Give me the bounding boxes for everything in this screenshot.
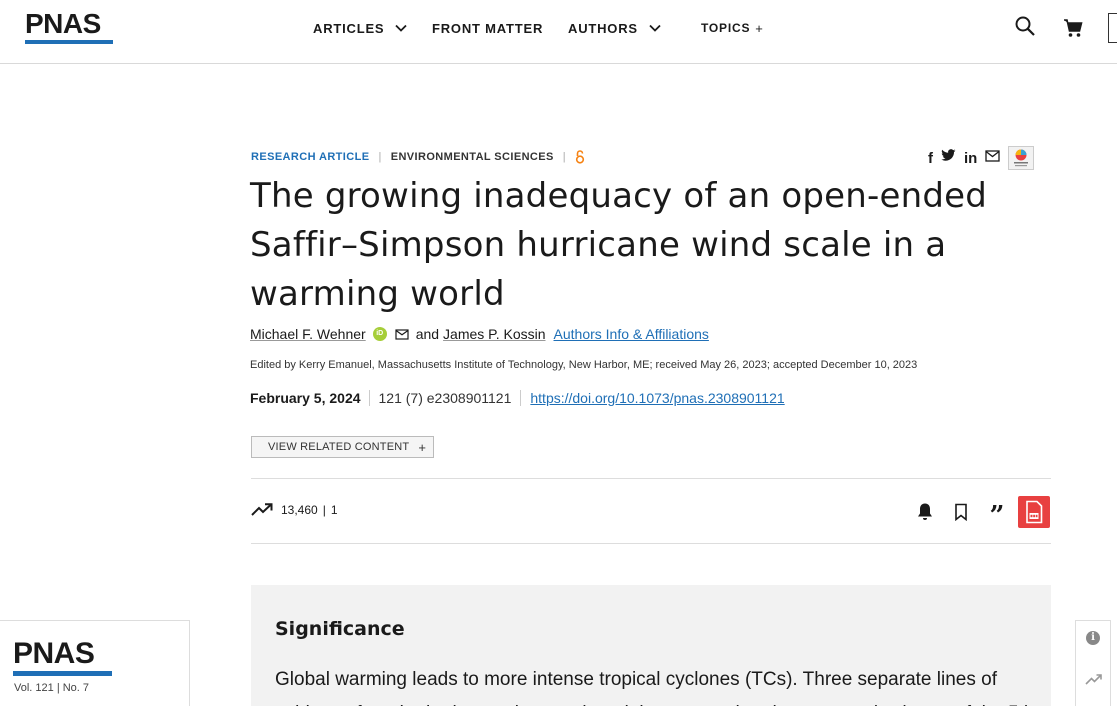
- logo-underline: [13, 671, 112, 676]
- logo-underline: [25, 40, 113, 44]
- article-meta: RESEARCH ARTICLE | ENVIRONMENTAL SCIENCE…: [251, 150, 585, 164]
- plus-icon: +: [755, 20, 764, 36]
- divider: [251, 543, 1051, 544]
- share-bar: f in: [928, 146, 1042, 170]
- author-link[interactable]: Michael F. Wehner: [250, 326, 366, 342]
- author-link[interactable]: James P. Kossin: [443, 326, 545, 342]
- nav-front-matter-label: FRONT MATTER: [432, 20, 544, 36]
- nav-topics[interactable]: TOPICS +: [701, 21, 764, 36]
- chevron-down-icon: [649, 24, 661, 32]
- email-share-icon[interactable]: [985, 149, 1000, 167]
- related-button-label: VIEW RELATED CONTENT: [268, 441, 410, 453]
- article-metrics[interactable]: 13,460 | 1: [251, 503, 338, 517]
- search-icon[interactable]: [1014, 15, 1036, 37]
- views-count: 13,460: [281, 503, 318, 517]
- nav-front-matter[interactable]: FRONT MATTER: [432, 21, 543, 36]
- author-list: Michael F. Wehner iD and James P. Kossin…: [250, 326, 709, 342]
- login-button-edge[interactable]: [1108, 13, 1117, 43]
- twitter-icon[interactable]: [941, 149, 956, 167]
- nav-authors[interactable]: AUTHORS: [568, 21, 662, 36]
- side-tools: i: [1075, 620, 1111, 706]
- meta-separator: |: [562, 151, 567, 163]
- nav-articles-label: ARTICLES: [313, 20, 385, 36]
- pnas-logo[interactable]: PNAS: [25, 10, 101, 38]
- open-access-icon: [575, 150, 585, 164]
- site-header: PNAS ARTICLES FRONT MATTER AUTHORS TOPIC…: [0, 0, 1117, 64]
- trending-up-icon[interactable]: [1085, 673, 1103, 687]
- linkedin-icon[interactable]: in: [964, 150, 977, 167]
- volume-number: Vol. 121 | No. 7: [14, 682, 90, 694]
- info-icon[interactable]: i: [1086, 631, 1100, 645]
- crossmark-icon[interactable]: [1008, 146, 1035, 170]
- trending-up-icon: [251, 503, 273, 516]
- volume-issue: 121 (7) e2308901121: [368, 390, 521, 406]
- orcid-icon[interactable]: iD: [372, 327, 387, 341]
- citations-count: 1: [330, 503, 338, 517]
- pdf-icon: [1026, 500, 1043, 524]
- journal-issue-card[interactable]: PNAS Vol. 121 | No. 7: [0, 620, 190, 706]
- publication-info: February 5, 2024 121 (7) e2308901121 htt…: [250, 386, 785, 410]
- authors-info-link[interactable]: Authors Info & Affiliations: [554, 326, 709, 342]
- journal-logo: PNAS: [13, 637, 95, 670]
- pdf-download-button[interactable]: [1018, 496, 1050, 528]
- nav-topics-label: TOPICS: [701, 21, 751, 35]
- cite-quote-icon[interactable]: ”: [986, 503, 1008, 529]
- article-subject[interactable]: ENVIRONMENTAL SCIENCES: [391, 151, 554, 163]
- divider: [251, 478, 1051, 479]
- article-type[interactable]: RESEARCH ARTICLE: [251, 151, 369, 163]
- facebook-icon[interactable]: f: [928, 150, 933, 167]
- plus-icon: +: [418, 439, 427, 455]
- significance-box: Significance Global warming leads to mor…: [251, 585, 1051, 706]
- article-title: The growing inadequacy of an open-ended …: [250, 176, 988, 314]
- significance-heading: Significance: [275, 618, 405, 640]
- bookmark-button[interactable]: [950, 501, 972, 523]
- metrics-separator: |: [322, 503, 326, 517]
- nav-authors-label: AUTHORS: [568, 20, 638, 36]
- nav-articles[interactable]: ARTICLES: [313, 21, 408, 36]
- bell-icon: [918, 503, 932, 520]
- significance-text: Global warming leads to more intense tro…: [275, 669, 1034, 706]
- doi-link[interactable]: https://doi.org/10.1073/pnas.2308901121: [520, 390, 785, 406]
- author-conjunction: and: [415, 326, 440, 342]
- view-related-content-button[interactable]: VIEW RELATED CONTENT +: [251, 436, 434, 458]
- chevron-down-icon: [395, 24, 408, 32]
- article-actions: ”: [914, 496, 1050, 529]
- edited-by: Edited by Kerry Emanuel, Massachusetts I…: [250, 359, 918, 371]
- bookmark-icon: [955, 503, 967, 521]
- alert-bell-button[interactable]: [914, 501, 936, 523]
- meta-separator: |: [378, 151, 382, 163]
- email-icon[interactable]: [395, 328, 409, 340]
- publication-date: February 5, 2024: [250, 390, 361, 406]
- cart-icon[interactable]: [1062, 17, 1084, 39]
